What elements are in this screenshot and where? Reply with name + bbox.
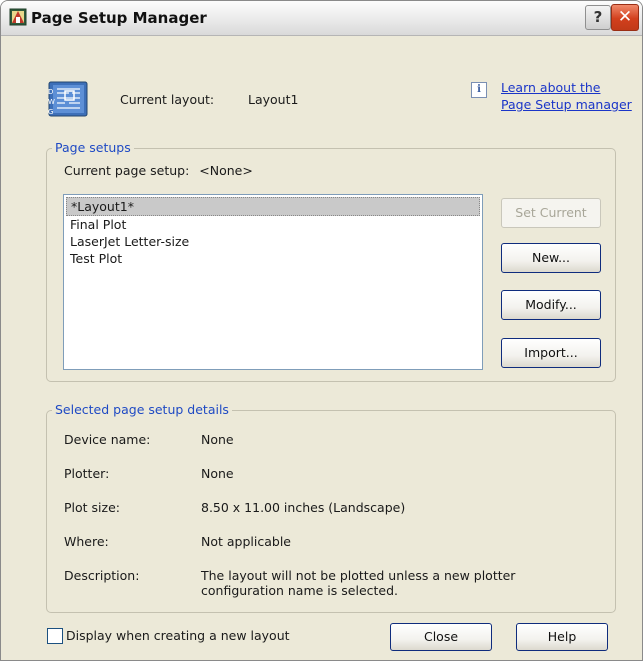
svg-text:D: D — [48, 88, 53, 96]
svg-text:W: W — [48, 98, 55, 106]
current-page-setup-value: <None> — [199, 163, 253, 178]
where-value: Not applicable — [201, 534, 291, 549]
svg-text:G: G — [48, 108, 53, 116]
plotter-label: Plotter: — [64, 466, 110, 481]
list-item[interactable]: LaserJet Letter-size — [64, 233, 482, 250]
plot-size-value: 8.50 x 11.00 inches (Landscape) — [201, 500, 406, 515]
details-title: Selected page setup details — [52, 402, 232, 417]
question-icon[interactable]: ? — [585, 5, 611, 30]
current-layout-label: Current layout: — [120, 92, 215, 107]
device-name-value: None — [201, 432, 234, 447]
set-current-button[interactable]: Set Current — [501, 198, 601, 228]
current-page-setup-label: Current page setup: — [64, 163, 190, 178]
device-name-label: Device name: — [64, 432, 151, 447]
page-setups-list[interactable]: *Layout1* Final Plot LaserJet Letter-siz… — [63, 194, 483, 370]
list-item[interactable]: Final Plot — [64, 216, 482, 233]
page-setups-title: Page setups — [52, 140, 134, 155]
description-line1: The layout will not be plotted unless a … — [201, 568, 516, 583]
list-item[interactable]: *Layout1* — [66, 197, 480, 216]
page-setup-manager-dialog: Page Setup Manager ? ✕ D W G Current lay… — [0, 0, 643, 661]
close-icon[interactable]: ✕ — [611, 4, 639, 31]
learn-about-link[interactable]: Learn about the Page Setup manager — [501, 79, 642, 113]
title-bar[interactable]: Page Setup Manager ? ✕ — [1, 1, 642, 36]
checkbox-label[interactable]: Display when creating a new layout — [66, 628, 290, 643]
plot-size-label: Plot size: — [64, 500, 120, 515]
display-on-new-layout-checkbox[interactable] — [47, 628, 63, 644]
help-button[interactable]: Help — [516, 623, 608, 651]
import-button[interactable]: Import... — [501, 338, 601, 368]
new-button[interactable]: New... — [501, 243, 601, 273]
description-label: Description: — [64, 568, 140, 583]
info-icon: i — [471, 82, 487, 98]
page-setup-icon: D W G — [48, 81, 88, 117]
list-item[interactable]: Test Plot — [64, 250, 482, 267]
where-label: Where: — [64, 534, 109, 549]
current-page-setup-row: Current page setup: <None> — [64, 163, 253, 178]
plotter-value: None — [201, 466, 234, 481]
learn-link-line2[interactable]: Page Setup manager — [501, 96, 642, 113]
description-line2: configuration name is selected. — [201, 583, 399, 598]
learn-link-line1[interactable]: Learn about the — [501, 79, 642, 96]
modify-button[interactable]: Modify... — [501, 290, 601, 320]
window-title: Page Setup Manager — [31, 9, 207, 27]
autocad-app-icon — [9, 8, 27, 26]
current-layout-value: Layout1 — [248, 92, 299, 107]
close-button[interactable]: Close — [390, 623, 492, 651]
